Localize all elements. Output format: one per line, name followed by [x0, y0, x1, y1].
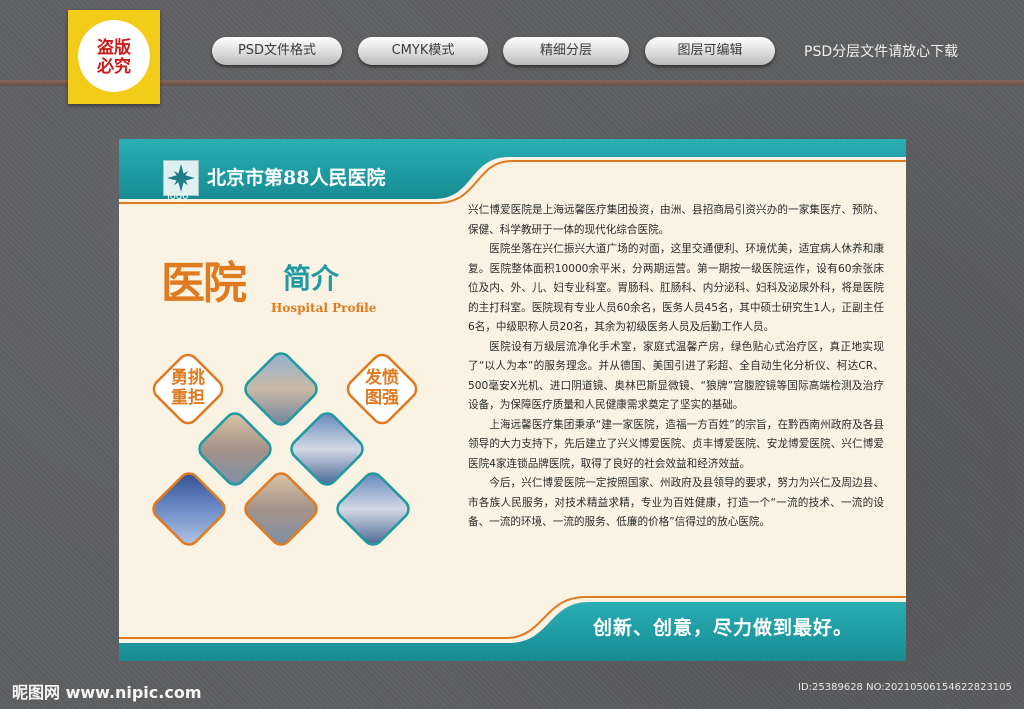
- hospital-name: 北京市第88人民医院: [207, 167, 386, 189]
- logo-caption: logo: [167, 191, 189, 202]
- paragraph: 医院坐落在兴仁振兴大道广场的对面，这里交通便利、环境优美，适宜病人休养和康复。医…: [468, 243, 884, 333]
- intro-text: 兴仁博爱医院是上海远馨医疗集团投资，由洲、县招商局引资兴办的一家集医疗、预防、保…: [468, 201, 884, 533]
- motto: 创新、创意，尽力做到最好。: [593, 617, 854, 639]
- hospital-board: logo 北京市第88人民医院 医院 简介 Hospital Profile 勇…: [119, 139, 906, 661]
- tab-layers[interactable]: 精细分层: [503, 37, 629, 65]
- image-id: ID:25389628 NO:20210506154622823105: [798, 682, 1012, 693]
- slogan-left: 勇挑 重担: [171, 368, 205, 408]
- title-english: Hospital Profile: [271, 301, 377, 315]
- title-profile: 简介: [283, 262, 340, 295]
- copyright-badge: 盗版 必究: [68, 10, 160, 104]
- site-watermark: 昵图网 www.nipic.com: [12, 683, 202, 702]
- download-note: PSD分层文件请放心下载: [804, 44, 959, 60]
- star-logo-icon: [167, 164, 195, 192]
- badge-circle: 盗版 必究: [78, 20, 150, 92]
- slogan-right: 发愤 图强: [365, 368, 399, 408]
- badge-text: 盗版 必究: [97, 38, 131, 77]
- tab-editable[interactable]: 图层可编辑: [645, 37, 775, 65]
- tab-psd-format[interactable]: PSD文件格式: [212, 37, 342, 65]
- tab-cmyk[interactable]: CMYK模式: [358, 37, 488, 65]
- paragraph: 上海远馨医疗集团秉承“建一家医院，造福一方百姓”的宗旨，在黔西南州政府及各县领导…: [468, 418, 884, 470]
- paragraph: 兴仁博爱医院是上海远馨医疗集团投资，由洲、县招商局引资兴办的一家集医疗、预防、保…: [468, 204, 884, 236]
- title-hospital: 医院: [161, 258, 247, 309]
- paragraph: 今后，兴仁博爱医院一定按照国家、州政府及县领导的要求，努力为兴仁及周边县、市各族…: [468, 477, 884, 528]
- paragraph: 医院设有万级层流净化手术室，家庭式温馨产房，绿色贴心式治疗区，真正地实现了“以人…: [468, 340, 884, 412]
